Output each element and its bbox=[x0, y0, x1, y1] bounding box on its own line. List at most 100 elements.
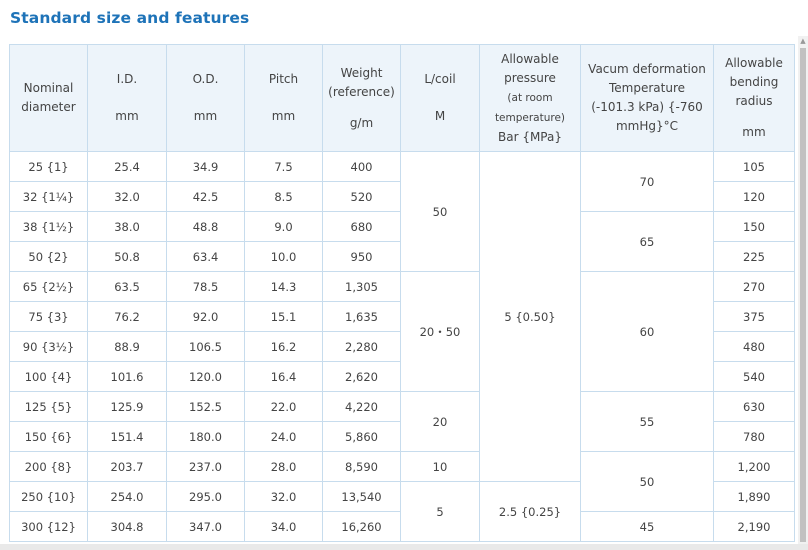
cell-pitch: 16.2 bbox=[244, 331, 323, 362]
header-allowable-bending-radius: Allowable bending radius mm bbox=[713, 44, 795, 152]
cell-id: 304.8 bbox=[87, 511, 167, 542]
spec-table: Nominal diameter I.D. mm O.D. mm Pitch m… bbox=[9, 44, 795, 542]
header-pitch: Pitch mm bbox=[244, 44, 323, 152]
cell-bending-radius: 105 bbox=[713, 151, 795, 182]
cell-od: 92.0 bbox=[166, 301, 245, 332]
cell-nominal: 90 {3½} bbox=[9, 331, 88, 362]
cell-pitch: 8.5 bbox=[244, 181, 323, 212]
cell-od: 347.0 bbox=[166, 511, 245, 542]
cell-bending-radius: 270 bbox=[713, 271, 795, 302]
cell-nominal: 100 {4} bbox=[9, 361, 88, 392]
cell-id: 76.2 bbox=[87, 301, 167, 332]
cell-bending-radius: 780 bbox=[713, 421, 795, 452]
cell-pitch: 16.4 bbox=[244, 361, 323, 392]
cell-id: 32.0 bbox=[87, 181, 167, 212]
cell-weight: 2,280 bbox=[322, 331, 401, 362]
header-weight: Weight (reference) g/m bbox=[322, 44, 401, 152]
horizontal-scrollbar[interactable] bbox=[0, 544, 808, 550]
cell-pitch: 22.0 bbox=[244, 391, 323, 422]
cell-bending-radius: 1,200 bbox=[713, 451, 795, 482]
cell-vacuum-group: 60 bbox=[580, 271, 714, 392]
cell-pitch: 15.1 bbox=[244, 301, 323, 332]
cell-pitch: 28.0 bbox=[244, 451, 323, 482]
cell-weight: 520 bbox=[322, 181, 401, 212]
cell-vacuum-group: 50 bbox=[580, 451, 714, 512]
cell-pressure-group: 2.5 {0.25} bbox=[479, 481, 581, 542]
cell-nominal: 38 {1½} bbox=[9, 211, 88, 242]
cell-od: 120.0 bbox=[166, 361, 245, 392]
cell-pitch: 7.5 bbox=[244, 151, 323, 182]
cell-id: 50.8 bbox=[87, 241, 167, 272]
cell-bending-radius: 375 bbox=[713, 301, 795, 332]
cell-pitch: 10.0 bbox=[244, 241, 323, 272]
header-outer-diameter: O.D. mm bbox=[166, 44, 245, 152]
cell-id: 88.9 bbox=[87, 331, 167, 362]
cell-bending-radius: 1,890 bbox=[713, 481, 795, 512]
table-row: 200 {8} 203.7 237.0 28.0 8,590 10 50 1,2… bbox=[9, 451, 795, 512]
cell-id: 63.5 bbox=[87, 271, 167, 302]
table-row: 65 {2½} 63.5 78.5 14.3 1,305 20・50 60 27… bbox=[9, 271, 795, 392]
cell-pitch: 34.0 bbox=[244, 511, 323, 542]
cell-coil-group: 10 bbox=[400, 451, 480, 482]
cell-bending-radius: 2,190 bbox=[713, 511, 795, 542]
cell-od: 34.9 bbox=[166, 151, 245, 182]
cell-bending-radius: 480 bbox=[713, 331, 795, 362]
cell-nominal: 150 {6} bbox=[9, 421, 88, 452]
cell-od: 106.5 bbox=[166, 331, 245, 362]
header-inner-diameter: I.D. mm bbox=[87, 44, 167, 152]
cell-weight: 680 bbox=[322, 211, 401, 242]
cell-id: 125.9 bbox=[87, 391, 167, 422]
cell-nominal: 32 {1¼} bbox=[9, 181, 88, 212]
cell-nominal: 25 {1} bbox=[9, 151, 88, 182]
cell-weight: 4,220 bbox=[322, 391, 401, 422]
cell-nominal: 250 {10} bbox=[9, 481, 88, 512]
header-vacuum-deformation-temperature: Vacum deformation Temperature (-101.3 kP… bbox=[580, 44, 714, 152]
cell-vacuum-group: 55 bbox=[580, 391, 714, 452]
cell-nominal: 50 {2} bbox=[9, 241, 88, 272]
cell-od: 48.8 bbox=[166, 211, 245, 242]
cell-id: 101.6 bbox=[87, 361, 167, 392]
cell-weight: 1,635 bbox=[322, 301, 401, 332]
table-row: 125 {5} 125.9 152.5 22.0 4,220 20 55 630 bbox=[9, 391, 795, 452]
cell-od: 78.5 bbox=[166, 271, 245, 302]
cell-vacuum-group: 45 bbox=[580, 511, 714, 542]
table-row: 25 {1} 25.4 34.9 7.5 400 50 5 {0.50} 70 … bbox=[9, 151, 795, 482]
cell-pitch: 14.3 bbox=[244, 271, 323, 302]
cell-nominal: 300 {12} bbox=[9, 511, 88, 542]
cell-weight: 5,860 bbox=[322, 421, 401, 452]
cell-weight: 950 bbox=[322, 241, 401, 272]
cell-od: 237.0 bbox=[166, 451, 245, 482]
cell-bending-radius: 540 bbox=[713, 361, 795, 392]
cell-coil-group: 50 bbox=[400, 151, 480, 272]
cell-pressure-group: 5 {0.50} bbox=[479, 151, 581, 482]
cell-id: 38.0 bbox=[87, 211, 167, 242]
cell-od: 152.5 bbox=[166, 391, 245, 422]
cell-od: 180.0 bbox=[166, 421, 245, 452]
cell-bending-radius: 225 bbox=[713, 241, 795, 272]
cell-bending-radius: 120 bbox=[713, 181, 795, 212]
cell-weight: 400 bbox=[322, 151, 401, 182]
cell-weight: 13,540 bbox=[322, 481, 401, 512]
cell-od: 295.0 bbox=[166, 481, 245, 512]
page-title: Standard size and features bbox=[10, 9, 250, 27]
cell-id: 254.0 bbox=[87, 481, 167, 512]
cell-coil-group: 20 bbox=[400, 391, 480, 452]
cell-weight: 8,590 bbox=[322, 451, 401, 482]
cell-id: 151.4 bbox=[87, 421, 167, 452]
cell-pitch: 24.0 bbox=[244, 421, 323, 452]
cell-od: 42.5 bbox=[166, 181, 245, 212]
cell-nominal: 75 {3} bbox=[9, 301, 88, 332]
cell-coil-group: 20・50 bbox=[400, 271, 480, 392]
cell-nominal: 200 {8} bbox=[9, 451, 88, 482]
vertical-scrollbar-thumb[interactable] bbox=[800, 48, 806, 542]
cell-od: 63.4 bbox=[166, 241, 245, 272]
cell-nominal: 65 {2½} bbox=[9, 271, 88, 302]
header-length-per-coil: L/coil M bbox=[400, 44, 480, 152]
cell-bending-radius: 150 bbox=[713, 211, 795, 242]
cell-id: 203.7 bbox=[87, 451, 167, 482]
cell-weight: 2,620 bbox=[322, 361, 401, 392]
cell-pitch: 9.0 bbox=[244, 211, 323, 242]
cell-pitch: 32.0 bbox=[244, 481, 323, 512]
header-nominal-diameter: Nominal diameter bbox=[9, 44, 88, 152]
cell-weight: 1,305 bbox=[322, 271, 401, 302]
